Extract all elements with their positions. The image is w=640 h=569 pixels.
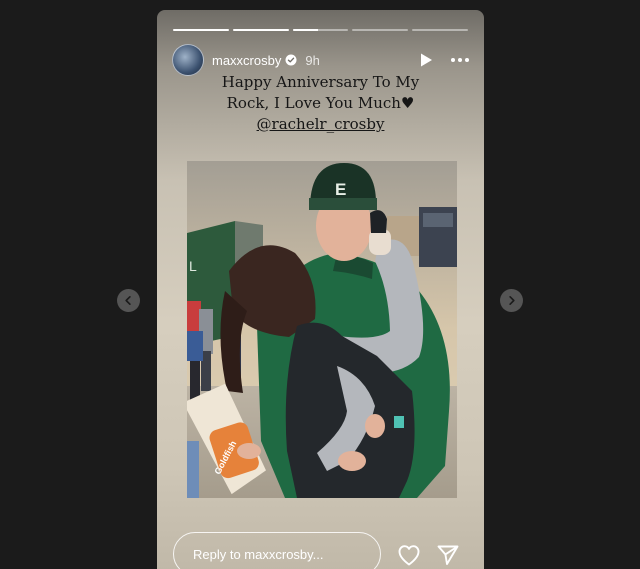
chevron-left-icon <box>125 296 131 305</box>
story-progress-bar <box>173 29 468 31</box>
play-icon[interactable] <box>418 52 434 68</box>
chevron-right-icon <box>509 296 515 305</box>
progress-segment <box>412 29 468 31</box>
reply-placeholder: Reply to maxxcrosby... <box>193 546 324 562</box>
progress-segment <box>292 29 349 31</box>
send-icon[interactable] <box>436 544 460 566</box>
next-story-button[interactable] <box>500 289 523 312</box>
progress-segment <box>173 29 229 31</box>
heart-icon[interactable] <box>397 544 421 566</box>
caption-line: Happy Anniversary To My <box>221 73 420 91</box>
reply-input[interactable]: Reply to maxxcrosby... <box>173 532 381 569</box>
story-photo: L E Goldfish <box>187 161 457 498</box>
more-options-icon[interactable] <box>450 52 470 68</box>
previous-story-button[interactable] <box>117 289 140 312</box>
progress-segment <box>352 29 409 31</box>
post-time: 9h <box>305 52 320 68</box>
svg-text:E: E <box>335 180 346 199</box>
username-link[interactable]: maxxcrosby <box>212 53 281 68</box>
mention-link[interactable]: @rachelr_crosby <box>257 115 385 133</box>
story-viewer[interactable]: maxxcrosby 9h Happy Anniversary To My Ro… <box>157 10 484 569</box>
caption-line: Rock, I Love You Much♥ <box>226 94 415 112</box>
svg-text:L: L <box>189 258 197 274</box>
progress-segment <box>232 29 289 31</box>
story-caption: Happy Anniversary To My Rock, I Love You… <box>157 72 484 135</box>
verified-badge-icon <box>285 54 297 66</box>
